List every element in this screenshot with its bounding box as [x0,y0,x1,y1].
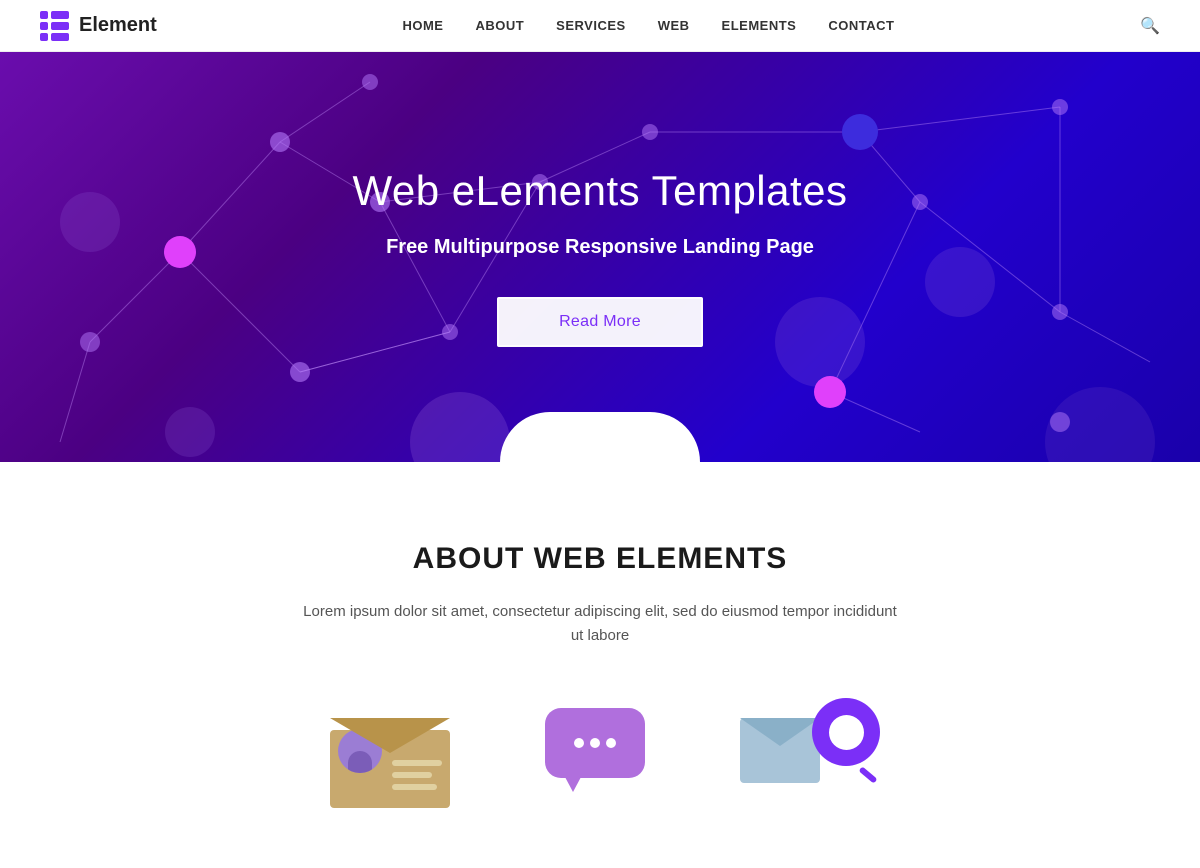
hero-content: Web eLements Templates Free Multipurpose… [332,167,867,347]
read-more-button[interactable]: Read More [497,297,703,347]
magnifier-circle-inner [829,715,864,750]
chat-dot-2 [590,738,600,748]
nav-links: HOME ABOUT SERVICES WEB ELEMENTS CONTACT [402,17,894,35]
hero-title: Web eLements Templates [352,167,847,215]
chat-dot-3 [606,738,616,748]
logo-icon [40,11,69,41]
nav-home[interactable]: HOME [402,18,443,33]
navbar: Element HOME ABOUT SERVICES WEB ELEMENTS… [0,0,1200,52]
search-envelope-wrap [740,698,880,798]
hero-bottom-panel [500,412,700,462]
search-envelope-item [740,698,880,808]
nav-about[interactable]: ABOUT [475,18,524,33]
magnifier-handle [858,766,877,783]
nav-web[interactable]: WEB [658,18,690,33]
mail-icon-wrap [320,698,460,808]
search-icon[interactable]: 🔍 [1140,16,1160,36]
chat-icon-wrap [540,698,660,798]
envelope-line-1 [392,760,442,766]
nav-services[interactable]: SERVICES [556,18,626,33]
chat-icon-item [540,698,660,808]
chat-bubble [545,708,645,778]
nav-elements[interactable]: ELEMENTS [722,18,797,33]
logo[interactable]: Element [40,11,157,41]
chat-dot-1 [574,738,584,748]
about-description: Lorem ipsum dolor sit amet, consectetur … [300,600,900,648]
nav-contact[interactable]: CONTACT [828,18,894,33]
mail-icon-item [320,698,460,808]
envelope-line-3 [392,784,437,790]
about-section: ABOUT WEB ELEMENTS Lorem ipsum dolor sit… [0,462,1200,868]
logo-text: Element [79,14,157,37]
hero-section: Web eLements Templates Free Multipurpose… [0,52,1200,462]
about-title: ABOUT WEB ELEMENTS [40,542,1160,576]
magnifier-circle-outer [812,698,880,766]
hero-subtitle: Free Multipurpose Responsive Landing Pag… [352,233,847,261]
envelope-line-2 [392,772,432,778]
icons-row [40,698,1160,828]
small-envelope-flap [740,718,820,746]
